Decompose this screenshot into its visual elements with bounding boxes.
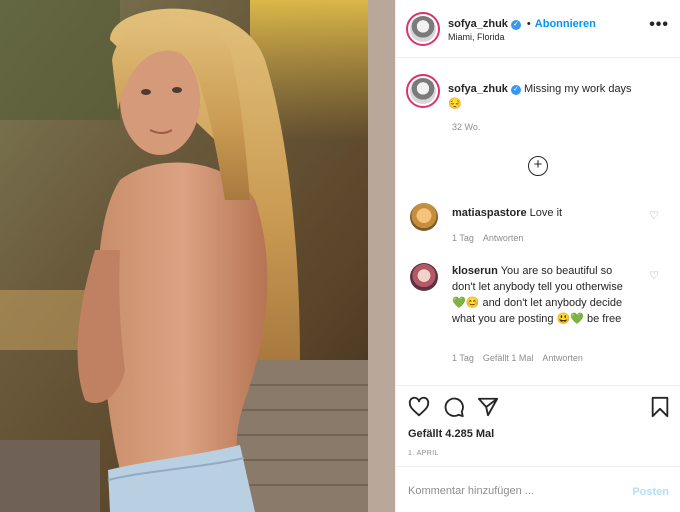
caption-avatar[interactable] [406,74,440,108]
bookmark-icon[interactable] [649,396,671,418]
author-username[interactable]: sofya_zhuk [448,18,508,30]
reply-button[interactable]: Antworten [483,233,524,243]
comment-icon[interactable] [443,396,465,418]
paper-plane-icon[interactable] [477,396,499,418]
photo-edge [368,0,395,512]
post-date: 1. APRIL [408,450,439,457]
author-line: sofya_zhuk ✓ • Abonnieren [448,14,596,32]
post-header: sofya_zhuk ✓ • Abonnieren Miami, Florida ••… [396,0,680,58]
post-comment-button[interactable]: Posten [632,486,669,498]
comment-username[interactable]: matiaspastore [452,207,527,219]
post-actions: Gefällt 4.285 Mal 1. APRIL [396,385,680,465]
caption-emoji: 😔 [448,98,462,110]
more-options-icon[interactable]: ••• [649,16,669,34]
heart-icon[interactable]: ♡ [649,269,659,282]
like-count[interactable]: Gefällt 4.285 Mal [408,428,494,440]
comment-username[interactable]: kloserun [452,265,498,277]
add-comment-bar: Posten [396,466,680,512]
post-location[interactable]: Miami, Florida [448,32,505,42]
comment-input[interactable] [408,485,608,497]
heart-icon[interactable] [408,396,430,418]
post-photo[interactable] [0,0,395,512]
heart-icon[interactable]: ♡ [649,209,659,222]
follow-button[interactable]: Abonnieren [535,18,596,30]
comment-meta: 1 Tag Antworten [452,233,532,243]
comment-like-count[interactable]: Gefällt 1 Mal [483,353,534,363]
comment-body: kloserun You are so beautiful so don't l… [452,263,630,327]
separator-dot: • [526,18,531,30]
author-avatar[interactable] [406,12,440,46]
verified-badge-icon: ✓ [510,20,521,30]
caption-text-block: sofya_zhuk ✓ Missing my work days 😔 [448,82,668,112]
reply-button[interactable]: Antworten [542,353,583,363]
comment-text: Love it [529,207,563,219]
caption-username[interactable]: sofya_zhuk [448,83,508,95]
caption-text: Missing my work days [523,83,632,95]
comment-time: 1 Tag [452,353,474,363]
comment-body: matiaspastore Love it [452,205,630,221]
comment-meta: 1 Tag Gefällt 1 Mal Antworten [452,353,592,363]
commenter-avatar[interactable] [410,263,438,291]
comment-time: 1 Tag [452,233,474,243]
post-sidebar: sofya_zhuk ✓ • Abonnieren Miami, Florida ••… [395,0,680,512]
verified-badge-icon: ✓ [510,85,521,95]
plus-circle-icon[interactable]: + [528,156,548,176]
caption-timestamp: 32 Wo. [452,122,481,132]
commenter-avatar[interactable] [410,203,438,231]
post-photo-image [0,0,395,512]
